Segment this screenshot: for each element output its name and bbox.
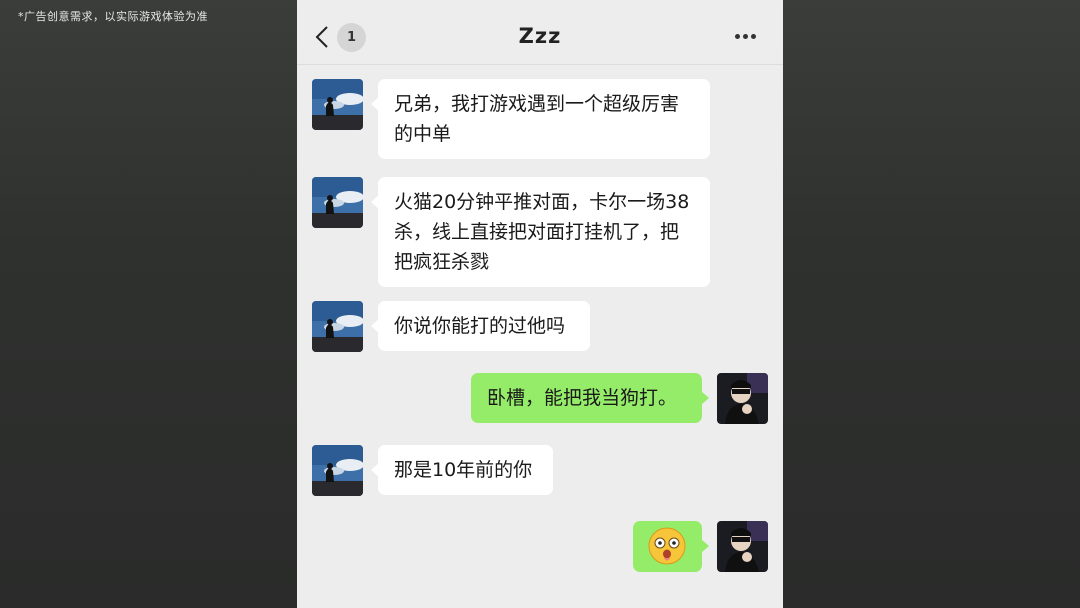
contact-avatar[interactable] (312, 79, 363, 130)
user-avatar[interactable] (717, 521, 768, 572)
background-right (783, 0, 1080, 608)
chat-header: 1 Zzz (297, 0, 783, 65)
outgoing-message-bubble[interactable]: 卧槽，能把我当狗打。 (471, 373, 709, 423)
contact-avatar[interactable] (312, 445, 363, 496)
incoming-message-bubble[interactable]: 兄弟，我打游戏遇到一个超级厉害的中单 (371, 79, 710, 159)
user-avatar[interactable] (717, 373, 768, 424)
ellipsis-icon[interactable] (735, 34, 759, 42)
background-left (0, 0, 297, 608)
chat-title: Zzz (518, 24, 562, 48)
incoming-message-bubble[interactable]: 那是10年前的你 (371, 445, 553, 495)
contact-avatar[interactable] (312, 177, 363, 228)
outgoing-sticker-bubble[interactable] (633, 521, 709, 572)
chat-window: 1 Zzz 兄弟，我打游戏遇到一个超级厉害的中单 火猫20分钟平推对面，卡尔一场… (297, 0, 783, 608)
contact-avatar[interactable] (312, 301, 363, 352)
incoming-message-bubble[interactable]: 火猫20分钟平推对面，卡尔一场38杀，线上直接把对面打挂机了，把把疯狂杀戮 (371, 177, 710, 287)
incoming-message-bubble[interactable]: 你说你能打的过他吗 (371, 301, 590, 351)
ad-disclaimer: *广告创意需求，以实际游戏体验为准 (18, 10, 208, 23)
shocked-face-emoji (648, 527, 686, 565)
